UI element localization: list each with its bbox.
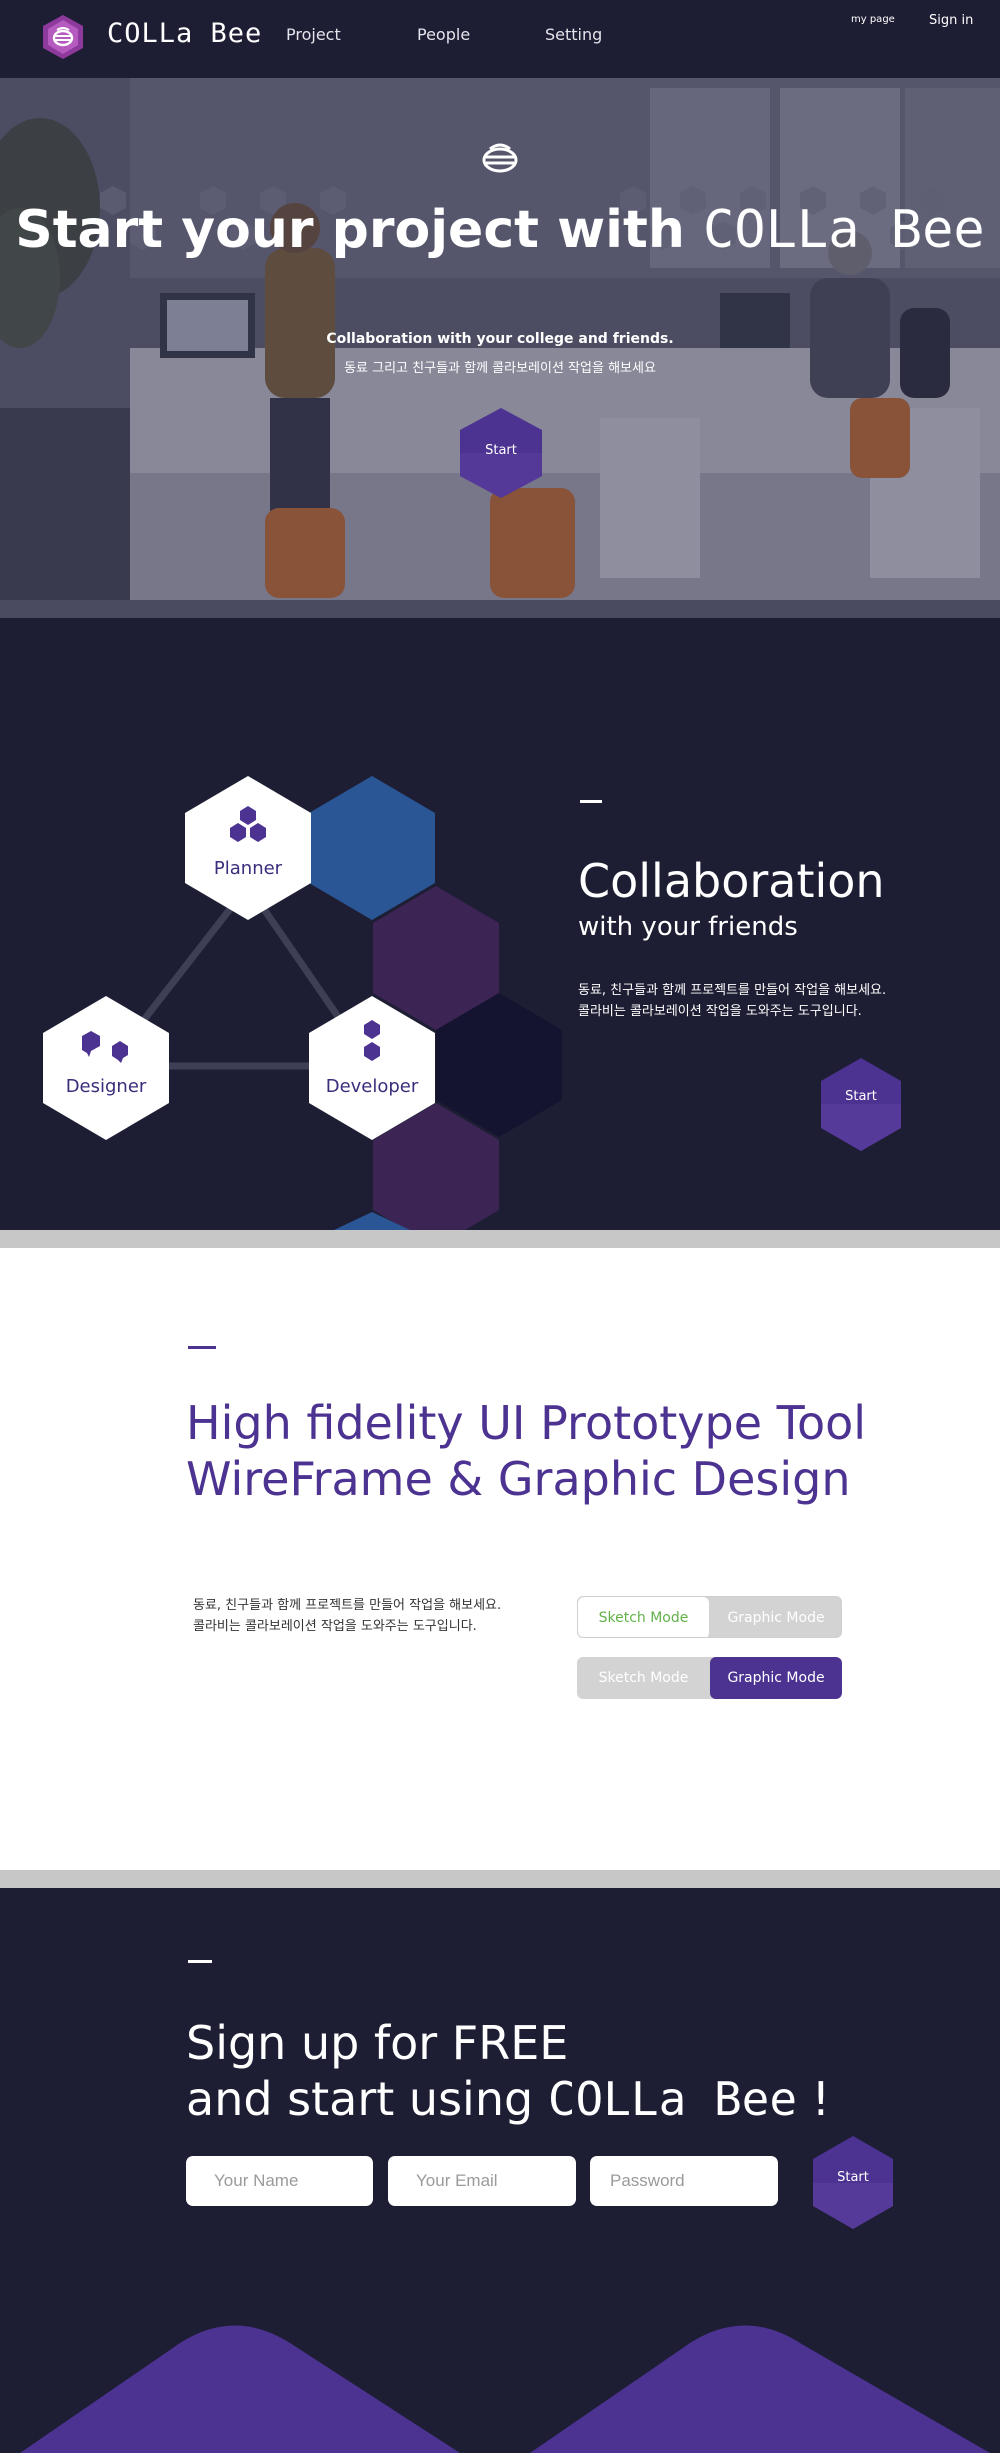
- collaboration-hex-graphic: [43, 776, 901, 1230]
- decorative-hexagon: [530, 2325, 990, 2453]
- mode-toggle-sketch-active: Sketch Mode Graphic Mode: [577, 1596, 842, 1638]
- nav-link-setting[interactable]: Setting: [545, 25, 602, 44]
- sign-in-link[interactable]: Sign in: [929, 13, 973, 28]
- nav-link-people[interactable]: People: [417, 25, 470, 44]
- hero-subtitle-english: Collaboration with your college and frie…: [326, 331, 674, 347]
- signup-title-brand: COLLa Bee: [547, 2072, 798, 2126]
- decorative-hexagon: [20, 2325, 460, 2453]
- brand-name[interactable]: COLLa Bee: [107, 18, 262, 49]
- name-input[interactable]: [186, 2156, 373, 2206]
- signup-title-line1: Sign up for FREE: [186, 2016, 569, 2070]
- section-dash: [188, 1960, 212, 1963]
- graphic-mode-option[interactable]: Graphic Mode: [709, 1597, 841, 1637]
- email-input[interactable]: [388, 2156, 576, 2206]
- collaboration-title: Collaboration: [578, 854, 885, 908]
- graphic-mode-option[interactable]: Graphic Mode: [710, 1657, 842, 1699]
- sketch-mode-option[interactable]: Sketch Mode: [577, 1657, 710, 1699]
- hero-start-label[interactable]: Start: [460, 443, 542, 458]
- top-navigation-bar: COLLa Bee Project People Setting my page…: [0, 0, 1000, 78]
- hero-title-text: Start your project with: [15, 200, 703, 260]
- collaboration-description-line1: 동료, 친구들과 함께 프로젝트를 만들어 작업을 해보세요.: [578, 983, 887, 998]
- developer-label: Developer: [325, 1076, 419, 1097]
- hero-title-brand: COLLa Bee: [702, 200, 985, 260]
- hero-title: Start your project with COLLa Bee: [0, 200, 1000, 260]
- planner-label: Planner: [213, 858, 283, 879]
- section-divider: [0, 1230, 1000, 1248]
- section-divider: [0, 1870, 1000, 1888]
- designer-label: Designer: [65, 1076, 147, 1097]
- bee-icon: [482, 143, 518, 173]
- my-page-link[interactable]: my page: [851, 14, 895, 25]
- sketch-mode-option[interactable]: Sketch Mode: [578, 1597, 709, 1637]
- colla-bee-logo-icon[interactable]: [40, 14, 86, 60]
- signup-section: Sign up for FREE and start using COLLa B…: [0, 1888, 1000, 2453]
- planner-node-hexagon: [185, 776, 311, 920]
- collaboration-subtitle: with your friends: [578, 912, 798, 942]
- designer-node-hexagon: [43, 996, 169, 1140]
- prototype-title-line1: High fidelity UI Prototype Tool: [186, 1396, 867, 1450]
- section-dash: [580, 800, 602, 803]
- signup-title-prefix: and start using: [186, 2072, 548, 2126]
- hero-bottom-strip: [0, 600, 1000, 618]
- collaboration-section: Planner Designer Developer Collaboration…: [0, 618, 1000, 1230]
- prototype-description-line2: 콜라비는 콜라보레이션 작업을 도와주는 도구입니다.: [193, 1619, 477, 1634]
- hero-section: Start your project with COLLa Bee Collab…: [0, 78, 1000, 618]
- collab-start-label[interactable]: Start: [818, 1089, 904, 1104]
- mode-toggle-graphic-active: Sketch Mode Graphic Mode: [577, 1657, 842, 1699]
- prototype-title-line2: WireFrame & Graphic Design: [186, 1452, 851, 1506]
- collaboration-description-line2: 콜라비는 콜라보레이션 작업을 도와주는 도구입니다.: [578, 1004, 862, 1019]
- prototype-description-line1: 동료, 친구들과 함께 프로젝트를 만들어 작업을 해보세요.: [193, 1598, 502, 1613]
- nav-link-project[interactable]: Project: [286, 25, 341, 44]
- section-dash: [188, 1346, 216, 1349]
- password-input[interactable]: [590, 2156, 778, 2206]
- signup-title-line2: and start using COLLa Bee !: [186, 2072, 830, 2126]
- hero-subtitle-korean: 동료 그리고 친구들과 함께 콜라보레이션 작업을 해보세요: [344, 361, 656, 376]
- signup-title-suffix: !: [797, 2072, 831, 2126]
- prototype-tool-section: High fidelity UI Prototype Tool WireFram…: [0, 1248, 1000, 1870]
- signup-start-label[interactable]: Start: [810, 2170, 896, 2185]
